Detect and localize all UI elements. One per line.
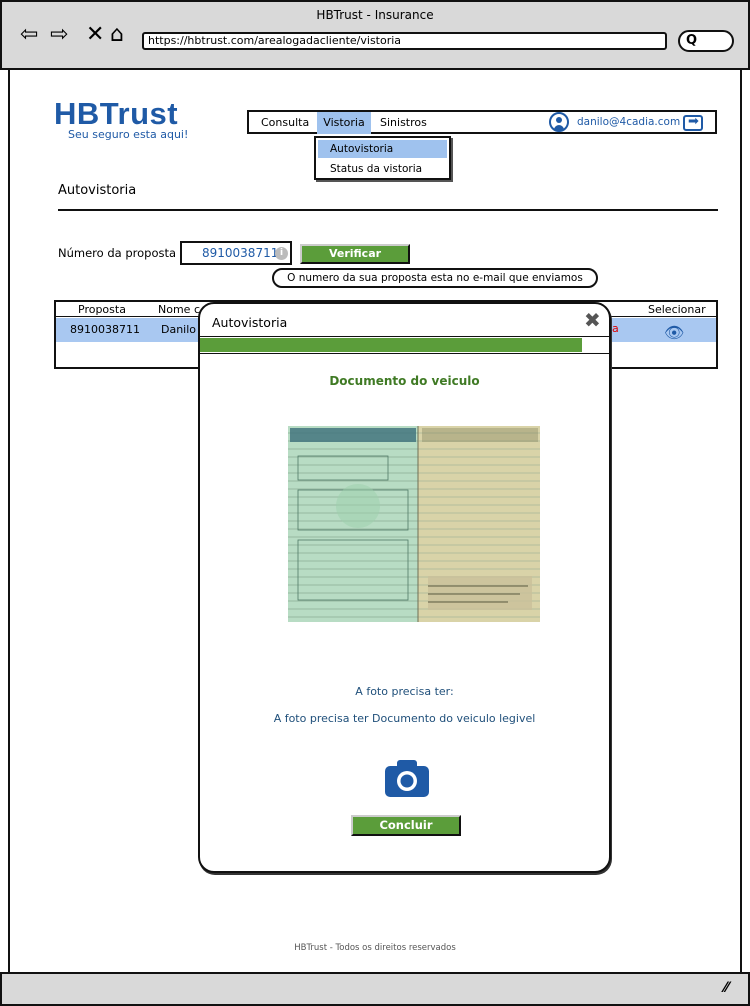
menu-item-autovistoria[interactable]: Autovistoria xyxy=(318,140,447,158)
col-header-proposta: Proposta xyxy=(78,303,126,316)
nav-consulta[interactable]: Consulta xyxy=(261,116,309,136)
nav-sinistros[interactable]: Sinistros xyxy=(380,116,427,136)
vistoria-dropdown: Autovistoria Status da vistoria xyxy=(314,136,451,180)
eye-icon[interactable]: 👁 xyxy=(664,323,684,342)
progress-fill xyxy=(200,338,582,352)
browser-search[interactable]: Q xyxy=(678,30,734,52)
page-title: Autovistoria xyxy=(58,183,137,198)
nav-bar: Consulta Vistoria Sinistros danilo@4cadi… xyxy=(247,110,717,134)
logo[interactable]: HBTrust xyxy=(54,96,178,132)
autovistoria-modal: Autovistoria ✖ Documento do veiculo A fo… xyxy=(198,302,611,873)
proposal-value: 8910038711 xyxy=(202,246,279,260)
logout-icon[interactable] xyxy=(683,114,703,131)
user-icon[interactable] xyxy=(549,112,569,132)
proposal-label: Número da proposta xyxy=(58,246,177,260)
user-email[interactable]: danilo@4cadia.com xyxy=(577,116,680,128)
cell-status: a xyxy=(612,322,619,335)
cell-nome: Danilo xyxy=(161,323,197,336)
divider xyxy=(58,209,718,211)
url-bar[interactable]: https://hbtrust.com/arealogadacliente/vi… xyxy=(142,32,667,50)
footer: HBTrust - Todos os direitos reservados xyxy=(294,943,456,953)
col-header-nome: Nome c xyxy=(158,303,200,316)
modal-divider xyxy=(200,336,609,337)
back-icon[interactable]: ⇦ xyxy=(20,24,38,46)
progress-bar xyxy=(200,338,609,354)
verify-button[interactable]: Verificar xyxy=(300,244,410,264)
slogan: Seu seguro esta aqui! xyxy=(68,128,189,141)
close-icon[interactable]: ✕ xyxy=(86,24,104,46)
proposal-input[interactable]: 8910038711 i xyxy=(180,241,292,265)
conclude-button[interactable]: Concluir xyxy=(351,815,461,836)
home-icon[interactable]: ⌂ xyxy=(110,24,124,46)
resize-handle-icon[interactable]: ⁄⁄ xyxy=(724,980,729,996)
col-header-selecionar: Selecionar xyxy=(648,303,706,316)
camera-icon[interactable] xyxy=(385,759,429,797)
nav-vistoria[interactable]: Vistoria xyxy=(317,112,371,134)
forward-icon[interactable]: ⇨ xyxy=(50,24,68,46)
document-heading: Documento do veiculo xyxy=(329,374,480,388)
window-title: HBTrust - Insurance xyxy=(316,8,434,22)
photo-requirement-text: A foto precisa ter Documento do veiculo … xyxy=(273,712,536,725)
close-icon[interactable]: ✖ xyxy=(584,308,601,332)
vehicle-document-image xyxy=(288,426,540,622)
search-icon: Q xyxy=(686,33,698,48)
proposal-tooltip: O numero da sua proposta esta no e-mail … xyxy=(272,268,598,288)
cell-proposta: 8910038711 xyxy=(70,323,140,336)
status-bar xyxy=(0,972,750,1006)
menu-item-status-vistoria[interactable]: Status da vistoria xyxy=(318,160,447,178)
info-icon[interactable]: i xyxy=(275,247,288,260)
modal-title: Autovistoria xyxy=(212,315,288,330)
photo-requirement-title: A foto precisa ter: xyxy=(355,685,454,698)
